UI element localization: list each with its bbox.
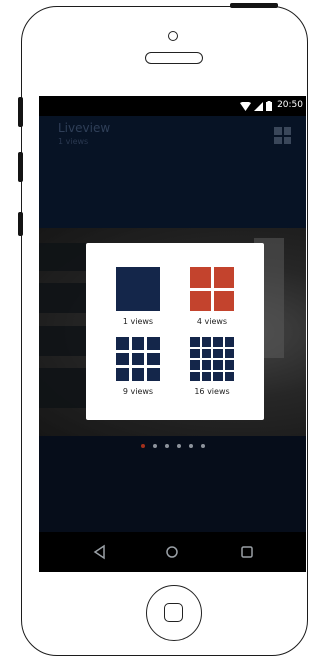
grid-icon[interactable] [274, 127, 291, 144]
page-dot[interactable] [176, 444, 181, 448]
page-dot[interactable] [188, 444, 193, 448]
physical-home-button [146, 585, 202, 641]
layout-option-label: 9 views [122, 387, 154, 396]
front-camera [168, 31, 178, 41]
earpiece-speaker [145, 52, 203, 64]
page-dot[interactable] [200, 444, 205, 448]
recents-icon[interactable] [236, 541, 258, 563]
home-button-square-icon [164, 603, 183, 622]
home-icon[interactable] [161, 541, 183, 563]
view-count-subtitle: 1 views [58, 137, 89, 146]
wifi-icon [240, 101, 251, 111]
status-bar: 20:50 [39, 96, 306, 116]
app-bar: Liveview 1 views [39, 116, 306, 228]
status-time: 20:50 [277, 100, 303, 110]
back-icon[interactable] [89, 541, 111, 563]
page-indicator[interactable] [39, 441, 306, 451]
sixteen-view-icon [190, 337, 234, 381]
status-icons [240, 101, 272, 111]
mute-switch [18, 97, 23, 127]
nine-view-icon [116, 337, 160, 381]
layout-option-9[interactable]: 9 views [101, 337, 171, 405]
volume-up-button [18, 152, 23, 182]
layout-option-16[interactable]: 16 views [175, 337, 245, 405]
android-nav-bar [39, 532, 306, 572]
layout-picker-dialog: 1 views 4 views 9 views 16 views [86, 243, 264, 420]
single-view-icon [116, 267, 160, 311]
layout-option-label: 16 views [194, 387, 230, 396]
layout-option-label: 1 views [122, 317, 154, 326]
power-button [230, 3, 278, 8]
volume-down-button [18, 212, 23, 236]
layout-option-label: 4 views [196, 317, 228, 326]
page-dot[interactable] [152, 444, 157, 448]
layout-option-4[interactable]: 4 views [175, 267, 245, 335]
page-dot-active[interactable] [140, 444, 145, 448]
page-title: Liveview [58, 121, 111, 135]
page-dot[interactable] [164, 444, 169, 448]
layout-option-1[interactable]: 1 views [101, 267, 171, 335]
battery-icon [266, 101, 272, 111]
signal-icon [254, 101, 263, 111]
quad-view-icon [190, 267, 234, 311]
